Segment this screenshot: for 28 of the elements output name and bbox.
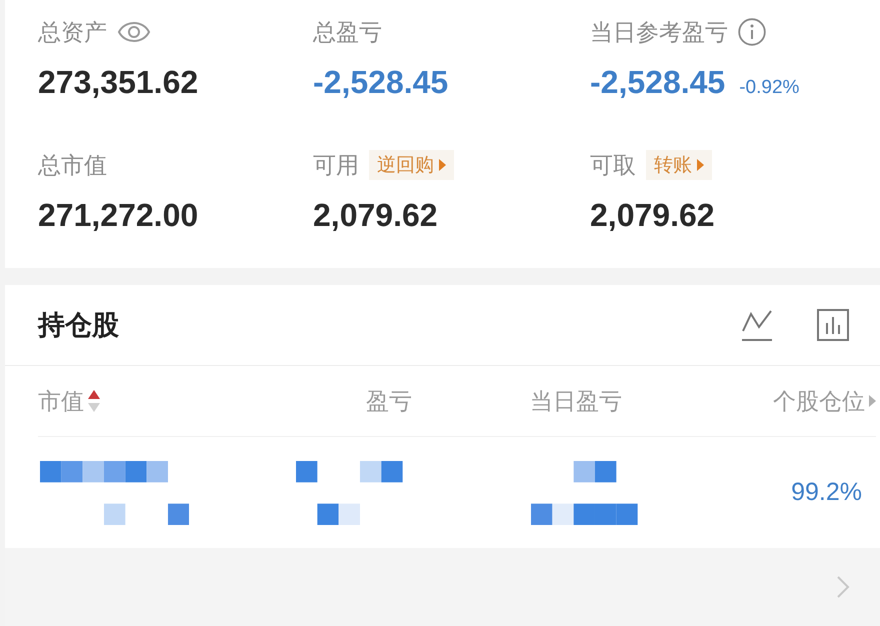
column-header[interactable]: 当日盈亏 [530,386,622,416]
caret-icon [697,159,704,171]
column-header[interactable]: 个股仓位 [773,386,876,416]
action-button[interactable]: 转账 [646,150,712,180]
metric-label: 总资产 [38,18,107,46]
section-title: 持仓股 [38,309,119,342]
column-header[interactable]: 市值 [38,386,100,416]
action-button[interactable]: 逆回购 [369,150,454,180]
eye-icon[interactable] [117,22,151,42]
metric-label: 可用 [313,150,359,180]
change-percent: -0.92% [739,77,800,99]
sort-icon[interactable] [88,390,100,412]
metric-value: -2,528.45 [590,63,726,102]
line-chart-icon[interactable] [741,310,773,340]
caret-icon [439,159,446,171]
metric-value: -2,528.45 [313,63,448,102]
metric-label: 总盈亏 [313,18,382,46]
metric-label: 可取 [590,150,636,180]
metric-value: 2,079.62 [590,196,715,235]
metric-value: 2,079.62 [313,196,438,235]
bar-chart-icon[interactable] [817,309,849,341]
column-header[interactable]: 盈亏 [366,386,412,416]
metric-label: 总市值 [38,150,107,180]
info-icon[interactable] [738,18,766,46]
metric-value: 273,351.62 [38,63,198,102]
metric-value: 271,272.00 [38,196,198,235]
metric-label: 当日参考盈亏 [590,18,728,46]
position-percent: 99.2% [791,478,862,506]
